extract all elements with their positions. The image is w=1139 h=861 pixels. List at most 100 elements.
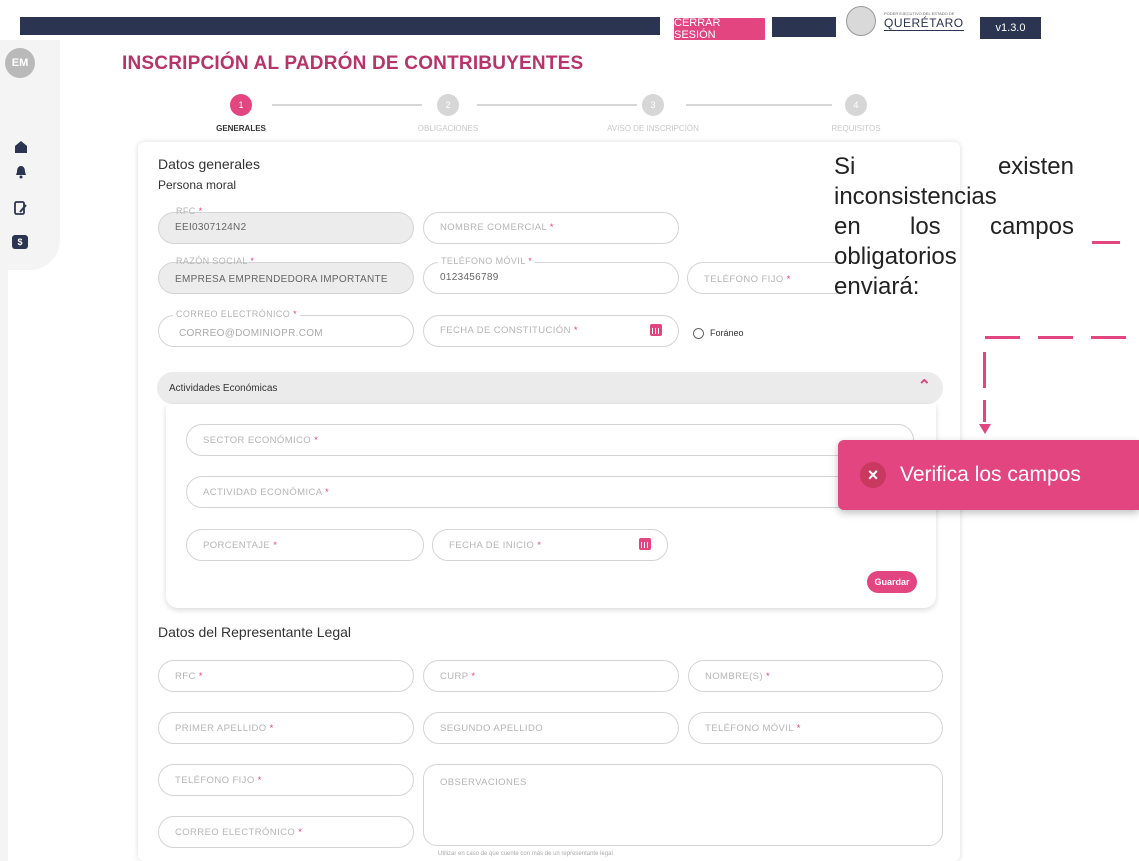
rep-nombre-label: NOMBRE(S) [705,671,763,682]
porcentaje-field[interactable]: PORCENTAJE * [186,529,424,561]
arrow-down-icon [979,424,991,434]
required-mark: * [250,256,255,266]
required-mark: * [314,435,319,446]
rep-correo-label: CORREO ELECTRÓNICO [175,827,296,838]
telefono-movil-field[interactable]: TELÉFONO MÓVIL * 0123456789 [423,256,679,294]
required-mark: * [198,671,203,682]
calendar-icon[interactable] [639,538,651,550]
observaciones-hint: Utilizar en caso de que cuente con más d… [438,851,613,857]
annotation-dash [983,352,986,388]
required-mark: * [537,540,542,551]
persona-type-label: Persona moral [158,178,237,192]
money-icon[interactable]: $ [12,235,28,249]
rep-curp-label: CURP [440,671,469,682]
annotation-word: inconsistencias [834,183,997,210]
rep-nombre-field[interactable]: NOMBRE(S) * [688,660,943,692]
rfc-field[interactable]: RFC * EEI0307124N2 [158,206,414,244]
required-mark: * [273,540,278,551]
error-toast[interactable]: × Verifica los campos [838,440,1139,510]
required-mark: * [471,671,476,682]
rep-curp-field[interactable]: CURP * [423,660,679,692]
telefono-movil-label: TELÉFONO MÓVIL [441,256,526,266]
step-1-label: GENERALES [216,124,266,133]
annotation-word: obligatorios [834,243,957,270]
actividades-accordion[interactable]: Actividades Económicas ⌃ [157,372,943,404]
calendar-icon[interactable] [650,324,662,336]
foraneo-radio[interactable] [693,328,704,339]
top-bar [20,17,660,35]
correo-value: CORREO@DOMINIOPR.COM [179,328,323,339]
actividades-title: Actividades Económicas [169,383,278,394]
rep-telefono-fijo-label: TELÉFONO FIJO [175,775,255,786]
annotation-word: en [834,213,861,240]
rep-telefono-movil-label: TELÉFONO MÓVIL [705,723,794,734]
annotation-dash [1091,336,1126,339]
porcentaje-label: PORCENTAJE [203,540,271,551]
step-2-circle[interactable]: 2 [437,94,459,116]
razon-social-value: EMPRESA EMPRENDEDORA IMPORTANTE [175,274,388,285]
queretaro-logo: PODER EJECUTIVO DEL ESTADO DE QUERÉTARO [846,3,966,39]
fecha-constitucion-label: FECHA DE CONSTITUCIÓN [440,325,571,336]
telefono-movil-value: 0123456789 [440,272,499,283]
required-mark: * [293,309,298,319]
stepper-connector [477,104,637,106]
observaciones-textarea[interactable]: OBSERVACIONES [423,764,943,846]
required-mark: * [786,274,791,285]
guardar-button[interactable]: Guardar [867,571,917,593]
nombre-comercial-field[interactable]: NOMBRE COMERCIAL * [423,212,679,244]
rep-telefono-movil-field[interactable]: TELÉFONO MÓVIL * [688,712,943,744]
rep-correo-field[interactable]: CORREO ELECTRÓNICO * [158,816,414,848]
annotation-dash [1092,241,1120,244]
required-mark: * [766,671,771,682]
actividad-economica-label: ACTIVIDAD ECONÓMICA [203,487,322,498]
stepper-connector [686,104,832,106]
foraneo-label: Foráneo [710,328,744,338]
required-mark: * [325,487,330,498]
bell-icon[interactable] [13,164,29,180]
general-section-title: Datos generales [158,156,260,172]
sector-economico-label: SECTOR ECONÓMICO [203,435,312,446]
annotation-word: los [909,213,941,240]
edit-document-icon[interactable] [13,200,29,216]
correo-label: CORREO ELECTRÓNICO [176,309,291,319]
annotation-word: existen [997,153,1074,180]
logout-button[interactable]: CERRAR SESIÓN [673,17,766,41]
rep-primer-apellido-field[interactable]: PRIMER APELLIDO * [158,712,414,744]
home-icon[interactable] [13,139,29,155]
close-icon[interactable]: × [860,462,886,488]
annotation-word: enviará: [834,273,920,300]
version-badge: v1.3.0 [980,17,1041,39]
required-mark: * [796,723,801,734]
required-mark: * [298,827,303,838]
razon-social-field[interactable]: RAZÓN SOCIAL * EMPRESA EMPRENDEDORA IMPO… [158,256,414,294]
rep-segundo-apellido-label: SEGUNDO APELLIDO [440,723,544,734]
required-mark: * [269,723,274,734]
annotation-dash [1038,336,1073,339]
rfc-label: RFC [176,206,196,216]
annotation-word: campos [989,213,1074,240]
fecha-inicio-label: FECHA DE INICIO [449,540,535,551]
required-mark: * [549,222,555,233]
correo-field[interactable]: CORREO ELECTRÓNICO * CORREO@DOMINIOPR.CO… [158,309,414,347]
fecha-constitucion-field[interactable]: FECHA DE CONSTITUCIÓN * [423,315,679,347]
sector-economico-field[interactable]: SECTOR ECONÓMICO * [186,424,914,456]
observaciones-label: OBSERVACIONES [440,777,527,788]
fecha-inicio-field[interactable]: FECHA DE INICIO * [432,529,668,561]
annotation-text: Si existen inconsistencias en los campos ob… [834,152,1074,302]
rep-telefono-fijo-field[interactable]: TELÉFONO FIJO * [158,764,414,796]
stepper-connector [272,104,422,106]
logo-name: QUERÉTARO [884,16,964,31]
step-2-label: OBLIGACIONES [417,124,479,133]
toast-message: Verifica los campos [900,463,1081,486]
avatar[interactable]: EM [5,48,35,78]
step-1-circle[interactable]: 1 [230,94,252,116]
chevron-up-icon[interactable]: ⌃ [918,379,931,395]
actividad-economica-field[interactable]: ACTIVIDAD ECONÓMICA * [186,476,914,508]
annotation-dash [983,400,986,422]
step-3-circle[interactable]: 3 [642,94,664,116]
telefono-fijo-field[interactable]: TELÉFONO FIJO * [687,262,837,294]
rep-segundo-apellido-field[interactable]: SEGUNDO APELLIDO [423,712,679,744]
razon-social-label: RAZÓN SOCIAL [176,256,248,266]
rep-rfc-field[interactable]: RFC * [158,660,414,692]
step-4-circle[interactable]: 4 [845,94,867,116]
